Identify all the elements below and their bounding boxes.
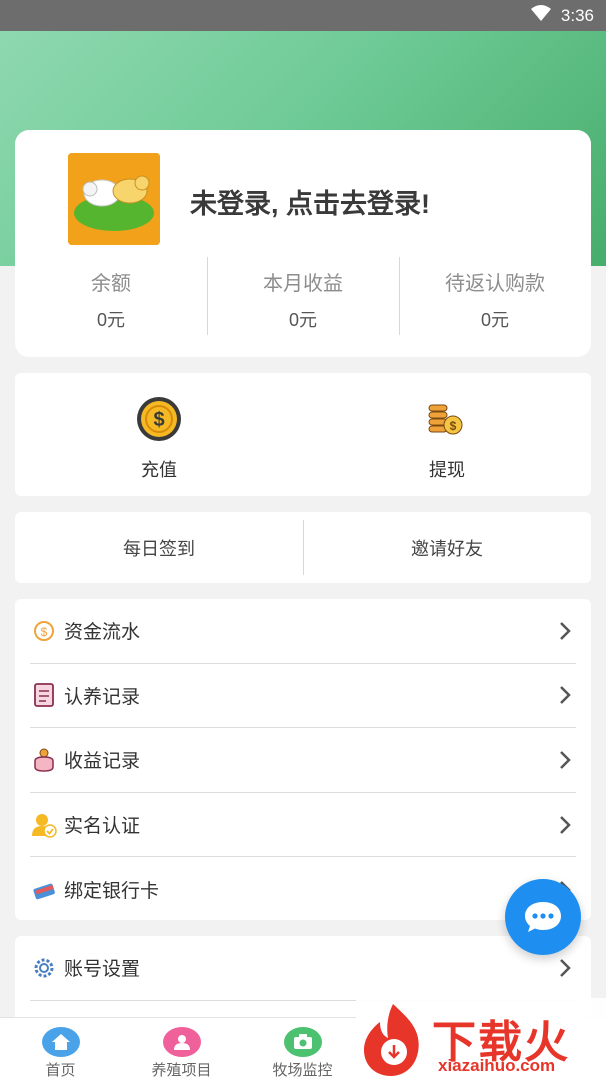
watermark-subtitle: xiazaihuo.com	[438, 1056, 556, 1075]
chevron-right-icon	[554, 684, 576, 706]
menu-label: 资金流水	[64, 622, 141, 644]
tab-label: 首页	[45, 1062, 76, 1079]
menu-item-bind-bank-card[interactable]: 绑定银行卡	[30, 857, 576, 922]
money-flow-icon: $	[30, 617, 58, 645]
stat-value: 0元	[288, 310, 317, 330]
avatar[interactable]	[68, 153, 160, 245]
quick-links-card: 每日签到 邀请好友	[15, 512, 591, 583]
tab-ranch-monitoring[interactable]: 牧场监控	[242, 1018, 363, 1080]
recharge-button[interactable]: $ 充值	[15, 373, 303, 496]
tab-breeding-projects[interactable]: 养殖项目	[121, 1018, 242, 1080]
withdraw-button[interactable]: $ 提现	[303, 373, 591, 496]
coin-icon: $	[135, 395, 183, 448]
chevron-right-icon	[554, 814, 576, 836]
wifi-icon	[530, 5, 551, 26]
status-bar: 3:36	[0, 0, 606, 31]
recharge-label: 充值	[141, 460, 177, 480]
status-time: 3:36	[560, 5, 594, 25]
menu-label: 账号设置	[64, 959, 141, 981]
wallet-actions-card: $ 充值 $ 提现	[15, 373, 591, 496]
verified-user-icon	[30, 811, 58, 839]
menu-list: $ 资金流水 认养记录 收益记录 实名认证 绑定银行卡	[15, 599, 591, 920]
coin-stack-icon: $	[423, 395, 471, 448]
login-prompt[interactable]: 未登录, 点击去登录!	[190, 182, 430, 221]
menu-item-fund-flow[interactable]: $ 资金流水	[30, 599, 576, 664]
tab-label: 牧场监控	[272, 1062, 333, 1079]
stat-value: 0元	[480, 310, 509, 330]
menu-item-adoption-records[interactable]: 认养记录	[30, 664, 576, 729]
camera-icon	[283, 1027, 322, 1057]
menu-item-account-settings[interactable]: 账号设置	[30, 936, 576, 1001]
chevron-right-icon	[554, 620, 576, 642]
tab-label: 养殖项目	[151, 1062, 212, 1079]
svg-text:$: $	[153, 409, 164, 431]
menu-label: 绑定银行卡	[64, 881, 160, 903]
chevron-right-icon	[554, 957, 576, 979]
profile-card: 未登录, 点击去登录! 余额 0元 本月收益 0元 待返认购款 0元	[15, 130, 591, 357]
purse-icon	[30, 746, 58, 774]
stat-value: 0元	[96, 310, 125, 330]
stat-balance[interactable]: 余额 0元	[15, 257, 207, 335]
gear-icon	[30, 954, 58, 982]
tab-home[interactable]: 首页	[0, 1018, 121, 1080]
watermark: 下载火 xiazaihuo.com	[356, 998, 606, 1080]
chat-bubble-icon	[525, 902, 561, 932]
user-group-icon	[162, 1027, 201, 1057]
menu-label: 实名认证	[64, 816, 141, 838]
stat-label: 待返认购款	[445, 273, 545, 295]
stat-monthly-income[interactable]: 本月收益 0元	[207, 257, 399, 335]
daily-checkin-button[interactable]: 每日签到	[15, 512, 303, 583]
chevron-right-icon	[554, 749, 576, 771]
menu-label: 收益记录	[64, 751, 141, 773]
stats-row: 余额 0元 本月收益 0元 待返认购款 0元	[15, 257, 591, 335]
menu-label: 认养记录	[64, 686, 141, 708]
bank-card-icon	[30, 876, 58, 904]
svg-text:$: $	[41, 625, 48, 639]
clipboard-icon	[30, 681, 58, 709]
withdraw-label: 提现	[429, 460, 465, 480]
home-icon	[41, 1027, 80, 1057]
flame-logo-icon	[364, 1004, 419, 1076]
stat-label: 本月收益	[263, 273, 343, 295]
menu-item-real-name-verification[interactable]: 实名认证	[30, 793, 576, 858]
chat-button[interactable]	[505, 879, 581, 955]
stat-pending-refund[interactable]: 待返认购款 0元	[399, 257, 591, 335]
svg-text:$: $	[450, 419, 457, 433]
stat-label: 余额	[91, 273, 131, 295]
invite-friends-button[interactable]: 邀请好友	[303, 512, 591, 583]
menu-item-income-records[interactable]: 收益记录	[30, 728, 576, 793]
